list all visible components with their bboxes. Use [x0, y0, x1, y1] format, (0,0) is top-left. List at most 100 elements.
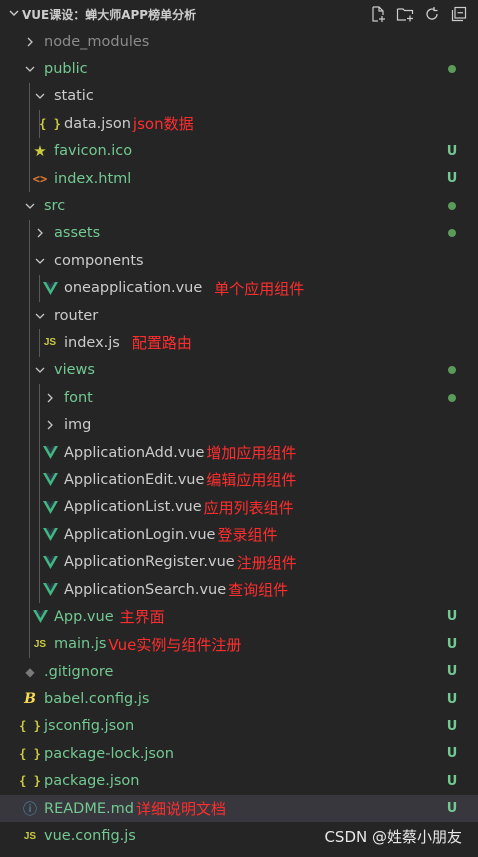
file-row[interactable]: { } package.json U [0, 768, 478, 795]
annotation-note: 单个应用组件 [214, 279, 305, 298]
chevron-down-icon[interactable] [22, 63, 38, 75]
file-row[interactable]: ApplicationRegister.vue 注册组件 [0, 548, 478, 575]
annotation-note: 主界面 [119, 608, 165, 627]
item-name: App.vue [54, 608, 114, 625]
item-name: ApplicationLogin.vue [64, 526, 216, 543]
indent-guide [29, 82, 30, 193]
annotation-note: 详细说明文档 [135, 800, 226, 819]
git-status-badge: U [446, 664, 458, 680]
file-row[interactable]: ◆ .gitignore U [0, 658, 478, 685]
favicon-star-icon: ★ [33, 142, 47, 161]
indent-guide [29, 219, 30, 659]
item-name: static [54, 88, 94, 105]
item-name: .gitignore [44, 663, 114, 680]
folder-row[interactable]: components [0, 247, 478, 274]
item-name: assets [54, 225, 101, 242]
git-status-badge: U [446, 609, 458, 625]
html-file-icon: <> [32, 171, 48, 186]
file-row[interactable]: Bbabel.config.js U [0, 685, 478, 712]
folder-row[interactable]: src [0, 192, 478, 219]
modified-dot [448, 229, 456, 238]
chevron-right-icon[interactable] [32, 227, 48, 239]
folder-row[interactable]: font [0, 384, 478, 411]
item-name: babel.config.js [44, 691, 150, 708]
file-row[interactable]: ApplicationAdd.vue 增加应用组件 [0, 439, 478, 466]
folder-row[interactable]: public [0, 55, 478, 82]
file-row[interactable]: ApplicationSearch.vue 查询组件 [0, 576, 478, 603]
item-name: node_modules [44, 33, 150, 50]
item-name: index.js [64, 334, 120, 351]
item-name: package.json [44, 773, 140, 790]
refresh-icon[interactable] [423, 5, 441, 23]
annotation-note: 应用列表组件 [203, 498, 294, 517]
file-row[interactable]: <> index.html U [0, 165, 478, 192]
vue-file-icon [42, 500, 58, 514]
indent-guide [39, 274, 40, 302]
folder-row[interactable]: img [0, 411, 478, 438]
file-row[interactable]: ★ favicon.ico U [0, 138, 478, 165]
annotation-note: 注册组件 [236, 553, 297, 572]
annotation-note: 登录组件 [217, 526, 278, 545]
item-name: src [44, 198, 66, 215]
folder-row[interactable]: assets [0, 220, 478, 247]
item-name: oneapplication.vue [64, 280, 203, 297]
indent-guide [39, 329, 40, 357]
chevron-down-icon[interactable] [22, 200, 38, 212]
vue-file-icon [42, 446, 58, 460]
vue-file-icon [32, 610, 48, 624]
annotation-note: 增加应用组件 [206, 444, 297, 463]
chevron-down-icon[interactable] [8, 7, 22, 22]
folder-row[interactable]: node_modules [0, 28, 478, 55]
item-name: jsconfig.json [44, 718, 135, 735]
item-name: ApplicationEdit.vue [64, 471, 205, 488]
vue-file-icon [42, 583, 58, 596]
file-row[interactable]: App.vue 主界面 U [0, 603, 478, 630]
babel-file-icon: B [24, 691, 36, 708]
new-file-icon[interactable] [369, 5, 387, 23]
item-name: ApplicationList.vue [64, 499, 202, 516]
file-tree: node_modulespublic static { } data.json json… [0, 28, 478, 850]
item-name: main.js [54, 636, 107, 653]
item-name: ApplicationAdd.vue [64, 444, 205, 461]
annotation-note: 配置路由 [131, 334, 192, 353]
chevron-down-icon[interactable] [32, 310, 48, 322]
vue-file-icon [42, 281, 58, 295]
javascript-file-icon: JS [23, 830, 37, 842]
file-row[interactable]: { } package-lock.json U [0, 740, 478, 767]
json-file-icon: { } [19, 774, 41, 789]
javascript-file-icon: JS [43, 337, 57, 349]
indent-guide [39, 384, 40, 604]
file-row[interactable]: ApplicationEdit.vue 编辑应用组件 [0, 466, 478, 493]
chevron-down-icon[interactable] [32, 364, 48, 376]
item-name: views [54, 362, 95, 379]
modified-dot [448, 393, 456, 402]
chevron-down-icon[interactable] [32, 90, 48, 102]
file-row[interactable]: JS index.js 配置路由 [0, 329, 478, 356]
modified-dot [448, 202, 456, 211]
file-row[interactable]: ⓘ README.md 详细说明文档 U [0, 794, 478, 823]
item-name: favicon.ico [54, 143, 133, 160]
file-row[interactable]: ApplicationList.vue 应用列表组件 [0, 494, 478, 521]
file-row[interactable]: oneapplication.vue 单个应用组件 [0, 275, 478, 302]
git-status-badge: U [446, 801, 458, 817]
chevron-right-icon[interactable] [42, 419, 58, 431]
file-row[interactable]: JS main.js Vue实例与组件注册 U [0, 631, 478, 658]
item-name: public [44, 61, 88, 78]
git-status-badge: U [446, 171, 458, 187]
file-row[interactable]: { } jsconfig.json U [0, 713, 478, 740]
item-name: router [54, 307, 99, 324]
json-file-icon: { } [19, 719, 41, 734]
collapse-all-icon[interactable] [450, 5, 468, 23]
file-row[interactable]: ApplicationLogin.vue 登录组件 [0, 521, 478, 548]
json-file-icon: { } [39, 116, 61, 131]
git-status-badge: U [446, 746, 458, 762]
new-folder-icon[interactable] [396, 5, 414, 23]
file-row[interactable]: { } data.json json数据 [0, 110, 478, 137]
chevron-right-icon[interactable] [42, 392, 58, 404]
chevron-down-icon[interactable] [32, 255, 48, 267]
folder-row[interactable]: router [0, 302, 478, 329]
chevron-right-icon[interactable] [22, 36, 38, 48]
folder-row[interactable]: static [0, 83, 478, 110]
project-title: VUE课设：蝉大师APP榜单分析 [22, 7, 197, 22]
folder-row[interactable]: views [0, 357, 478, 384]
